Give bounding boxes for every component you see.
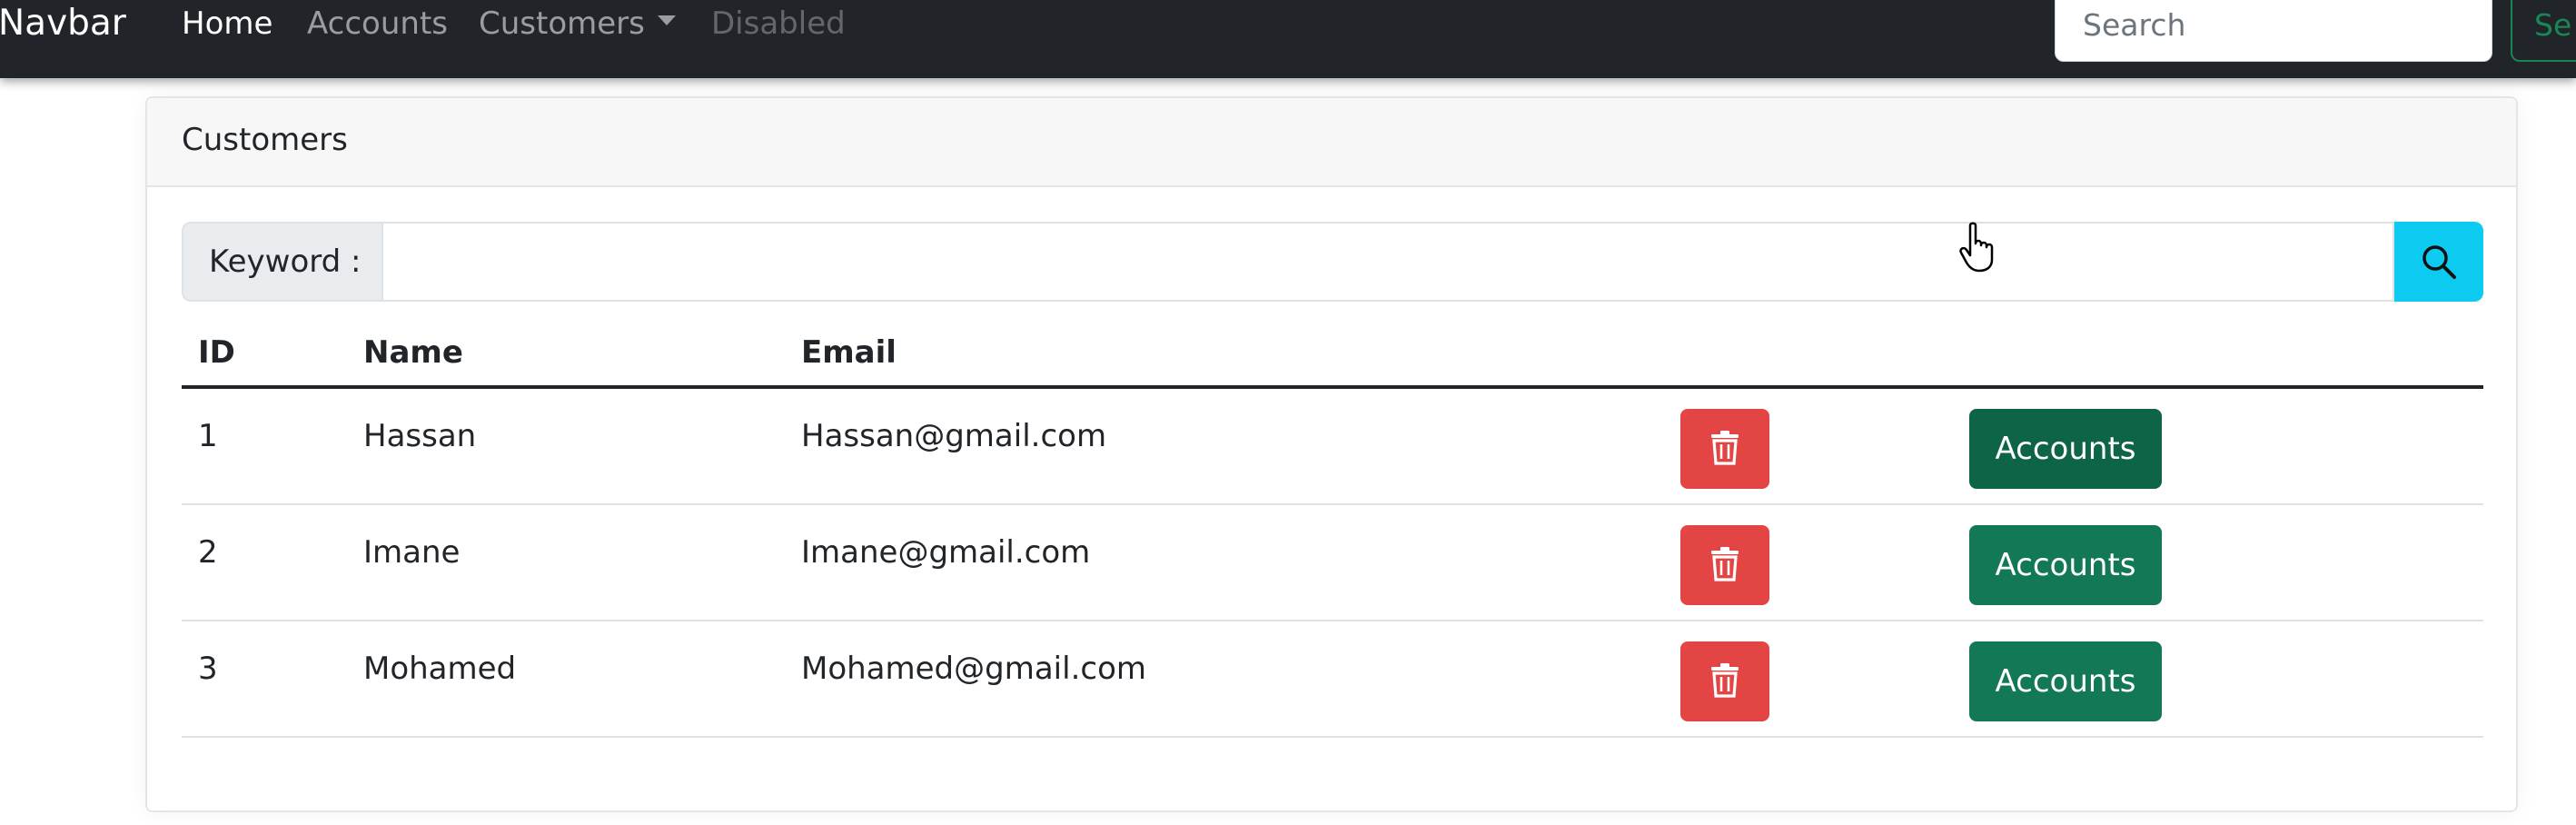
nav-link-accounts[interactable]: Accounts — [307, 0, 448, 49]
cell-email: Mohamed@gmail.com — [801, 651, 1146, 687]
cell-name: Hassan — [363, 418, 477, 454]
header-id: ID — [198, 334, 235, 371]
navbar: Navbar Home Accounts Customers Disabled … — [0, 0, 2576, 78]
accounts-button[interactable]: Accounts — [1969, 641, 2162, 721]
header-email: Email — [801, 334, 897, 371]
trash-icon — [1711, 663, 1739, 698]
hand-pointer-icon — [1959, 222, 1994, 273]
navbar-search-input[interactable] — [2055, 0, 2492, 62]
table-row: 2 Imane Imane@gmail.com Accounts — [182, 505, 2483, 621]
delete-button[interactable] — [1680, 641, 1769, 721]
delete-button[interactable] — [1680, 409, 1769, 489]
delete-button[interactable] — [1680, 525, 1769, 605]
card-title: Customers — [182, 122, 348, 158]
accounts-button[interactable]: Accounts — [1969, 409, 2162, 489]
table-row: 1 Hassan Hassan@gmail.com Accounts — [182, 389, 2483, 505]
navbar-brand[interactable]: Navbar — [0, 0, 126, 51]
nav-dropdown-customers[interactable]: Customers — [479, 0, 645, 49]
keyword-search-group: Keyword : — [182, 222, 2483, 302]
cell-id: 1 — [198, 418, 218, 454]
keyword-search-button[interactable] — [2394, 222, 2483, 302]
customers-card: Customers Keyword : ID Name Email 1 Hass… — [145, 96, 2518, 812]
header-name: Name — [363, 334, 463, 371]
cell-email: Hassan@gmail.com — [801, 418, 1107, 454]
keyword-label: Keyword : — [182, 222, 381, 302]
trash-icon — [1711, 431, 1739, 465]
nav-link-disabled: Disabled — [711, 5, 846, 42]
nav-link-home[interactable]: Home — [182, 0, 272, 49]
trash-icon — [1711, 547, 1739, 581]
search-icon — [2422, 245, 2456, 279]
caret-down-icon[interactable] — [658, 15, 676, 25]
keyword-input[interactable] — [381, 222, 2394, 302]
cell-id: 3 — [198, 651, 218, 687]
table-row: 3 Mohamed Mohamed@gmail.com Accounts — [182, 621, 2483, 738]
accounts-button[interactable]: Accounts — [1969, 525, 2162, 605]
cell-id: 2 — [198, 534, 218, 571]
navbar-search-button[interactable]: Se — [2511, 0, 2576, 62]
cell-name: Imane — [363, 534, 461, 571]
card-header: Customers — [147, 98, 2516, 187]
cell-email: Imane@gmail.com — [801, 534, 1091, 571]
cell-name: Mohamed — [363, 651, 517, 687]
